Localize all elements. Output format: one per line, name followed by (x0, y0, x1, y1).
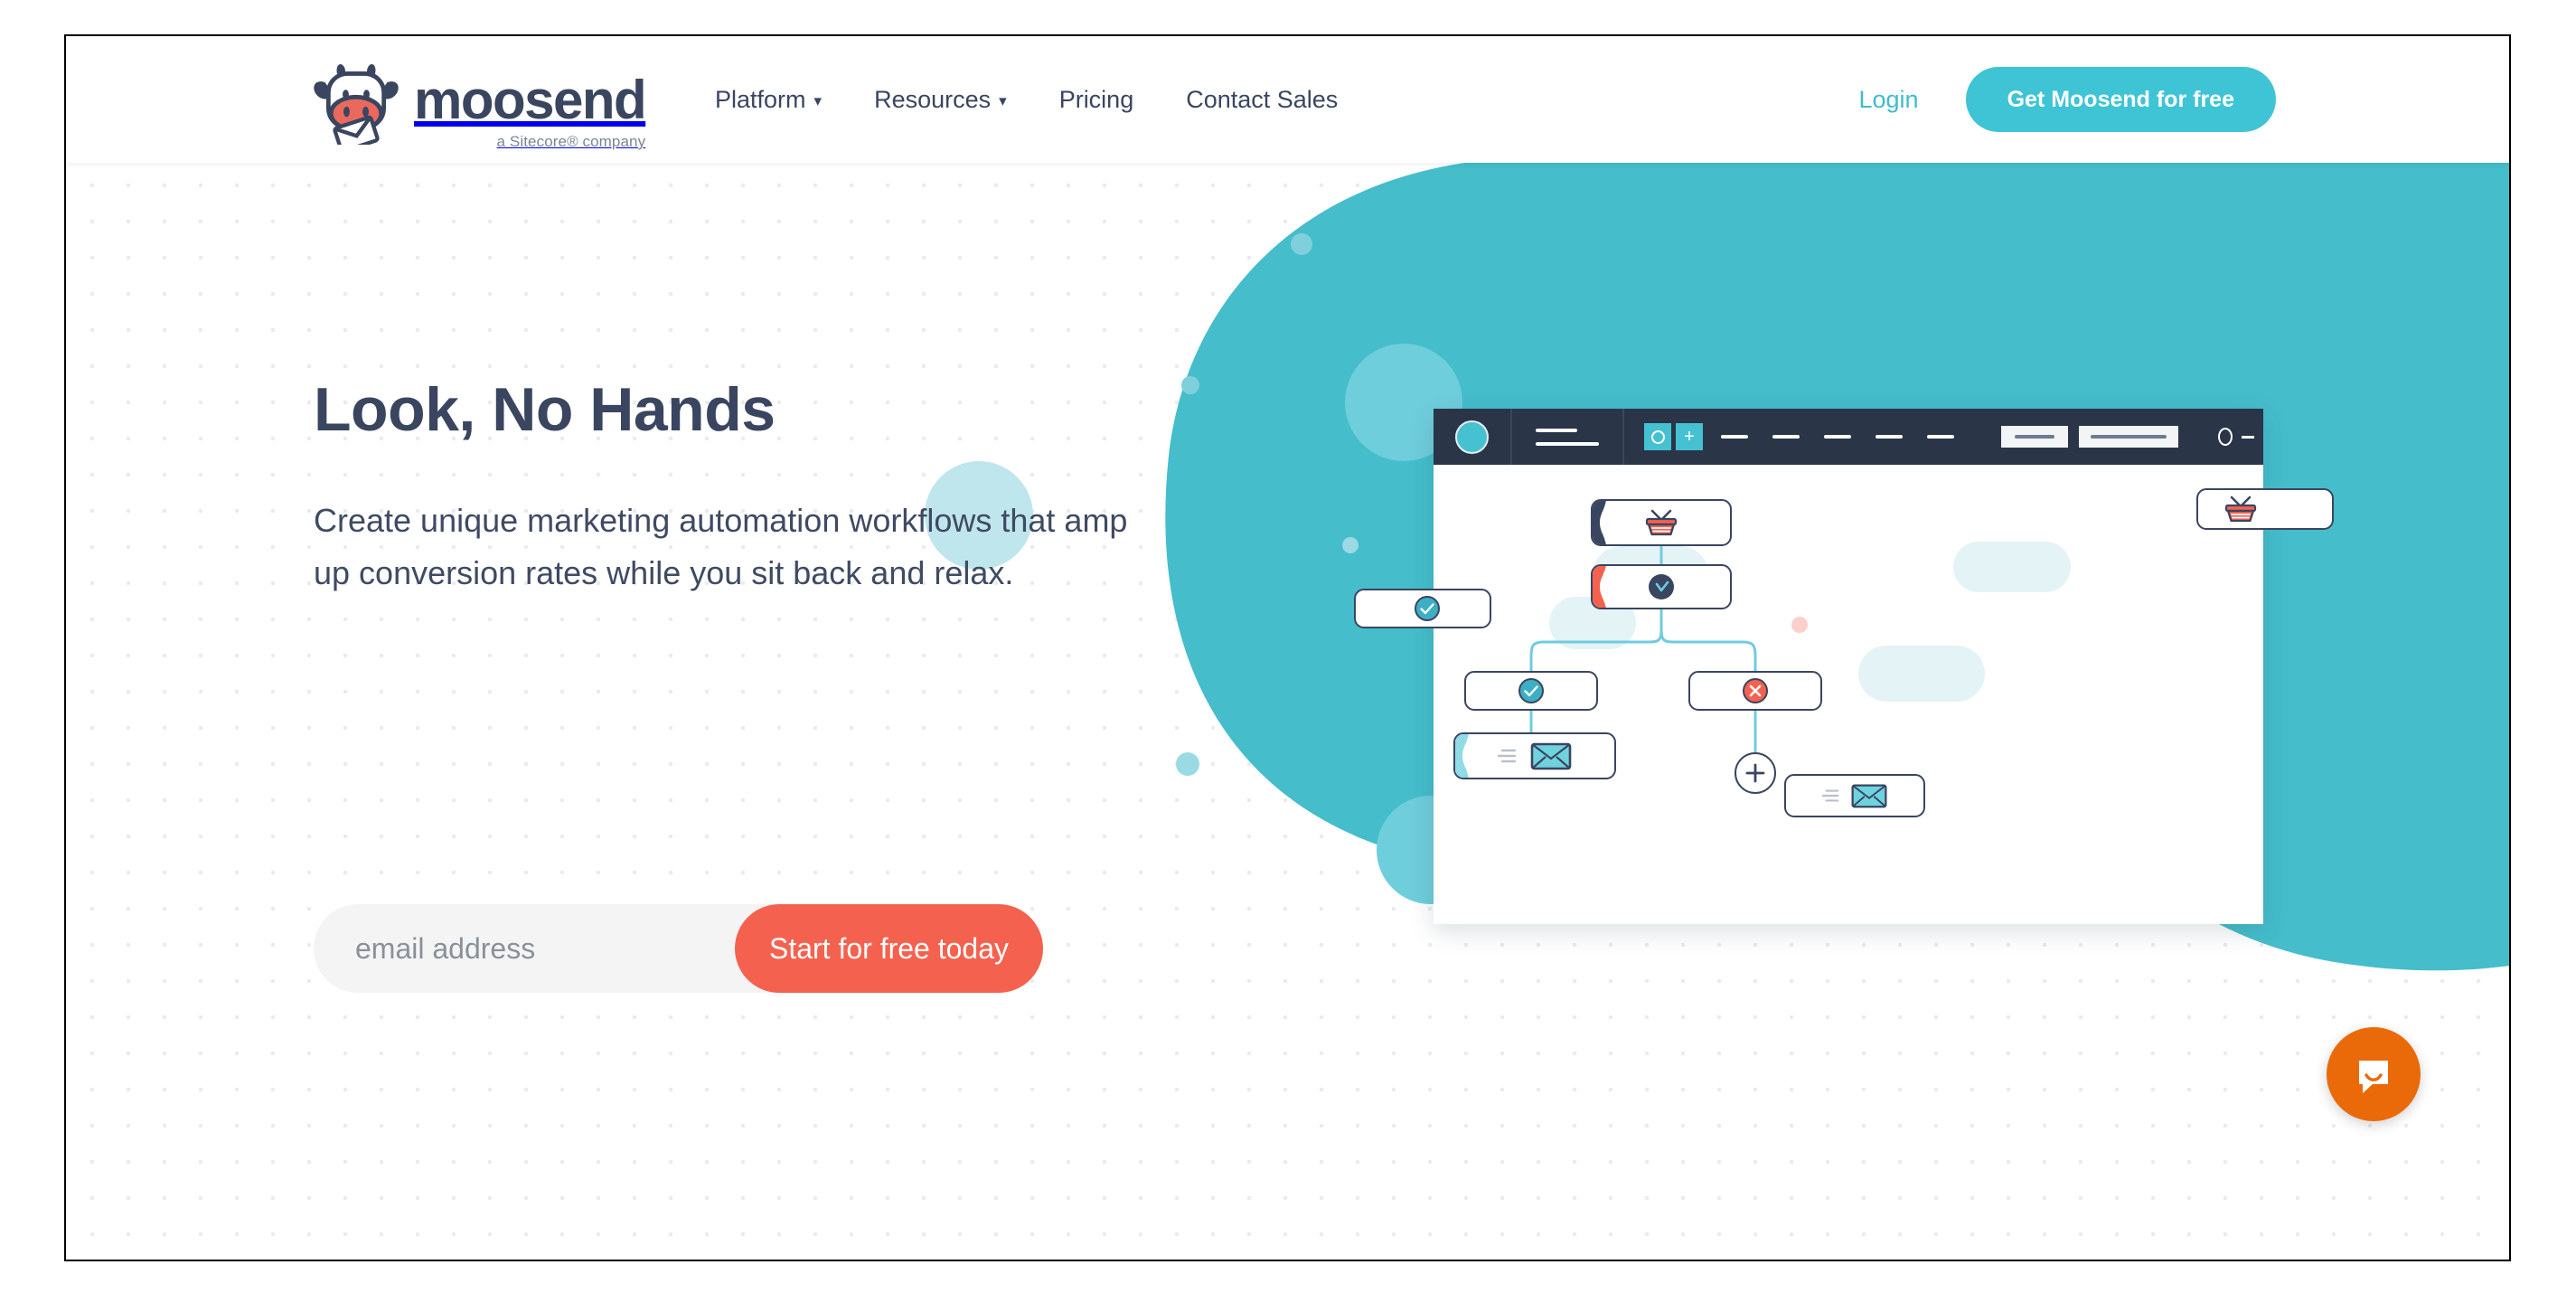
login-link[interactable]: Login (1859, 86, 1919, 114)
close-icon[interactable] (2218, 428, 2233, 446)
chevron-down-icon: ▾ (813, 91, 823, 109)
add-step-button[interactable] (1735, 752, 1776, 794)
workflow-node-send-email[interactable] (1453, 732, 1616, 779)
menu-lines-icon (1512, 428, 1622, 446)
check-circle-icon (1415, 596, 1440, 621)
cross-circle-icon (1743, 678, 1768, 703)
save-pill-button[interactable] (2001, 426, 2068, 448)
dot-decoration (1291, 233, 1312, 255)
minimize-icon[interactable] (2242, 435, 2254, 439)
text-lines-icon (1497, 749, 1517, 763)
nav-item-pricing[interactable]: Pricing (1059, 86, 1134, 114)
cow-head-envelope-logo-icon (314, 64, 399, 145)
workflow-node-branch-no[interactable] (1688, 671, 1822, 711)
workflow-node-trigger-cart[interactable] (1591, 499, 1732, 546)
chat-bubble-icon (2359, 1061, 2388, 1093)
app-window-titlebar: + (1434, 409, 2263, 465)
workflow-node-floating-email[interactable] (1784, 774, 1925, 817)
nav-item-contact-sales[interactable]: Contact Sales (1186, 86, 1338, 114)
publish-pill-button[interactable] (2079, 426, 2178, 448)
hero-subtitle: Create unique marketing automation workf… (314, 502, 1128, 591)
envelope-icon (1530, 742, 1572, 770)
chevron-down-icon: ▾ (999, 91, 1007, 109)
text-lines-icon (1821, 789, 1839, 802)
nav-label: Contact Sales (1186, 85, 1339, 113)
node-accent-bar (1455, 734, 1469, 778)
email-input[interactable] (314, 904, 735, 993)
nav-label: Platform (715, 85, 806, 113)
workflow-node-delay-clock[interactable] (1591, 564, 1732, 609)
logo-wordmark: moosend (414, 70, 647, 130)
node-accent-bar (1593, 501, 1606, 544)
titlebar-action-pills (2001, 426, 2178, 448)
workflow-node-floating-check[interactable] (1354, 589, 1491, 628)
envelope-icon (1851, 784, 1887, 808)
check-circle-icon (1518, 678, 1544, 703)
header-actions: Login Get Moosend for free (1859, 36, 2276, 163)
avatar-circle-icon (1455, 420, 1489, 454)
shopping-basket-icon (2224, 495, 2257, 523)
workflow-node-floating-cart[interactable] (2196, 488, 2334, 530)
clock-icon (1649, 574, 1674, 599)
titlebar-menu-zone (1512, 409, 1622, 465)
moosend-logo[interactable]: moosend a Sitecore® company (306, 61, 647, 151)
nav-item-platform[interactable]: Platform ▾ (715, 86, 822, 114)
nav-item-resources[interactable]: Resources ▾ (874, 86, 1007, 114)
dot-decoration (1342, 537, 1359, 553)
window-controls[interactable] (2218, 428, 2254, 446)
shopping-basket-icon (1645, 509, 1678, 536)
titlebar-toolbar-zone: + (1624, 409, 2263, 465)
live-chat-button[interactable] (2327, 1027, 2421, 1121)
automation-workflow-illustration: + (1354, 409, 2334, 924)
workflow-node-branch-yes[interactable] (1464, 671, 1598, 711)
hero-copy: Look, No Hands Create unique marketing a… (314, 375, 1217, 599)
primary-nav: Platform ▾ Resources ▾ Pricing Contact S… (715, 36, 1338, 163)
site-header: moosend a Sitecore® company Platform ▾ R… (66, 36, 2509, 163)
workflow-canvas[interactable] (1434, 465, 2263, 924)
nav-label: Pricing (1058, 85, 1134, 113)
node-accent-bar (1593, 566, 1606, 608)
signup-form: Start for free today (314, 904, 1043, 993)
plus-circle-icon (1745, 763, 1765, 783)
nav-label: Resources (874, 85, 992, 113)
dot-decoration (1176, 752, 1199, 776)
titlebar-avatar-zone (1434, 409, 1510, 465)
logo-tagline: a Sitecore® company (496, 133, 646, 150)
page-title: Look, No Hands (314, 375, 776, 444)
start-for-free-today-button[interactable]: Start for free today (735, 904, 1043, 993)
toolbar-dashes (1721, 435, 1954, 439)
add-tool-icon[interactable]: + (1676, 423, 1703, 450)
hero-section: Look, No Hands Create unique marketing a… (66, 163, 2509, 1260)
browser-viewport: moosend a Sitecore® company Platform ▾ R… (64, 34, 2511, 1261)
get-moosend-for-free-button[interactable]: Get Moosend for free (1965, 67, 2276, 132)
select-tool-icon[interactable] (1644, 423, 1671, 450)
